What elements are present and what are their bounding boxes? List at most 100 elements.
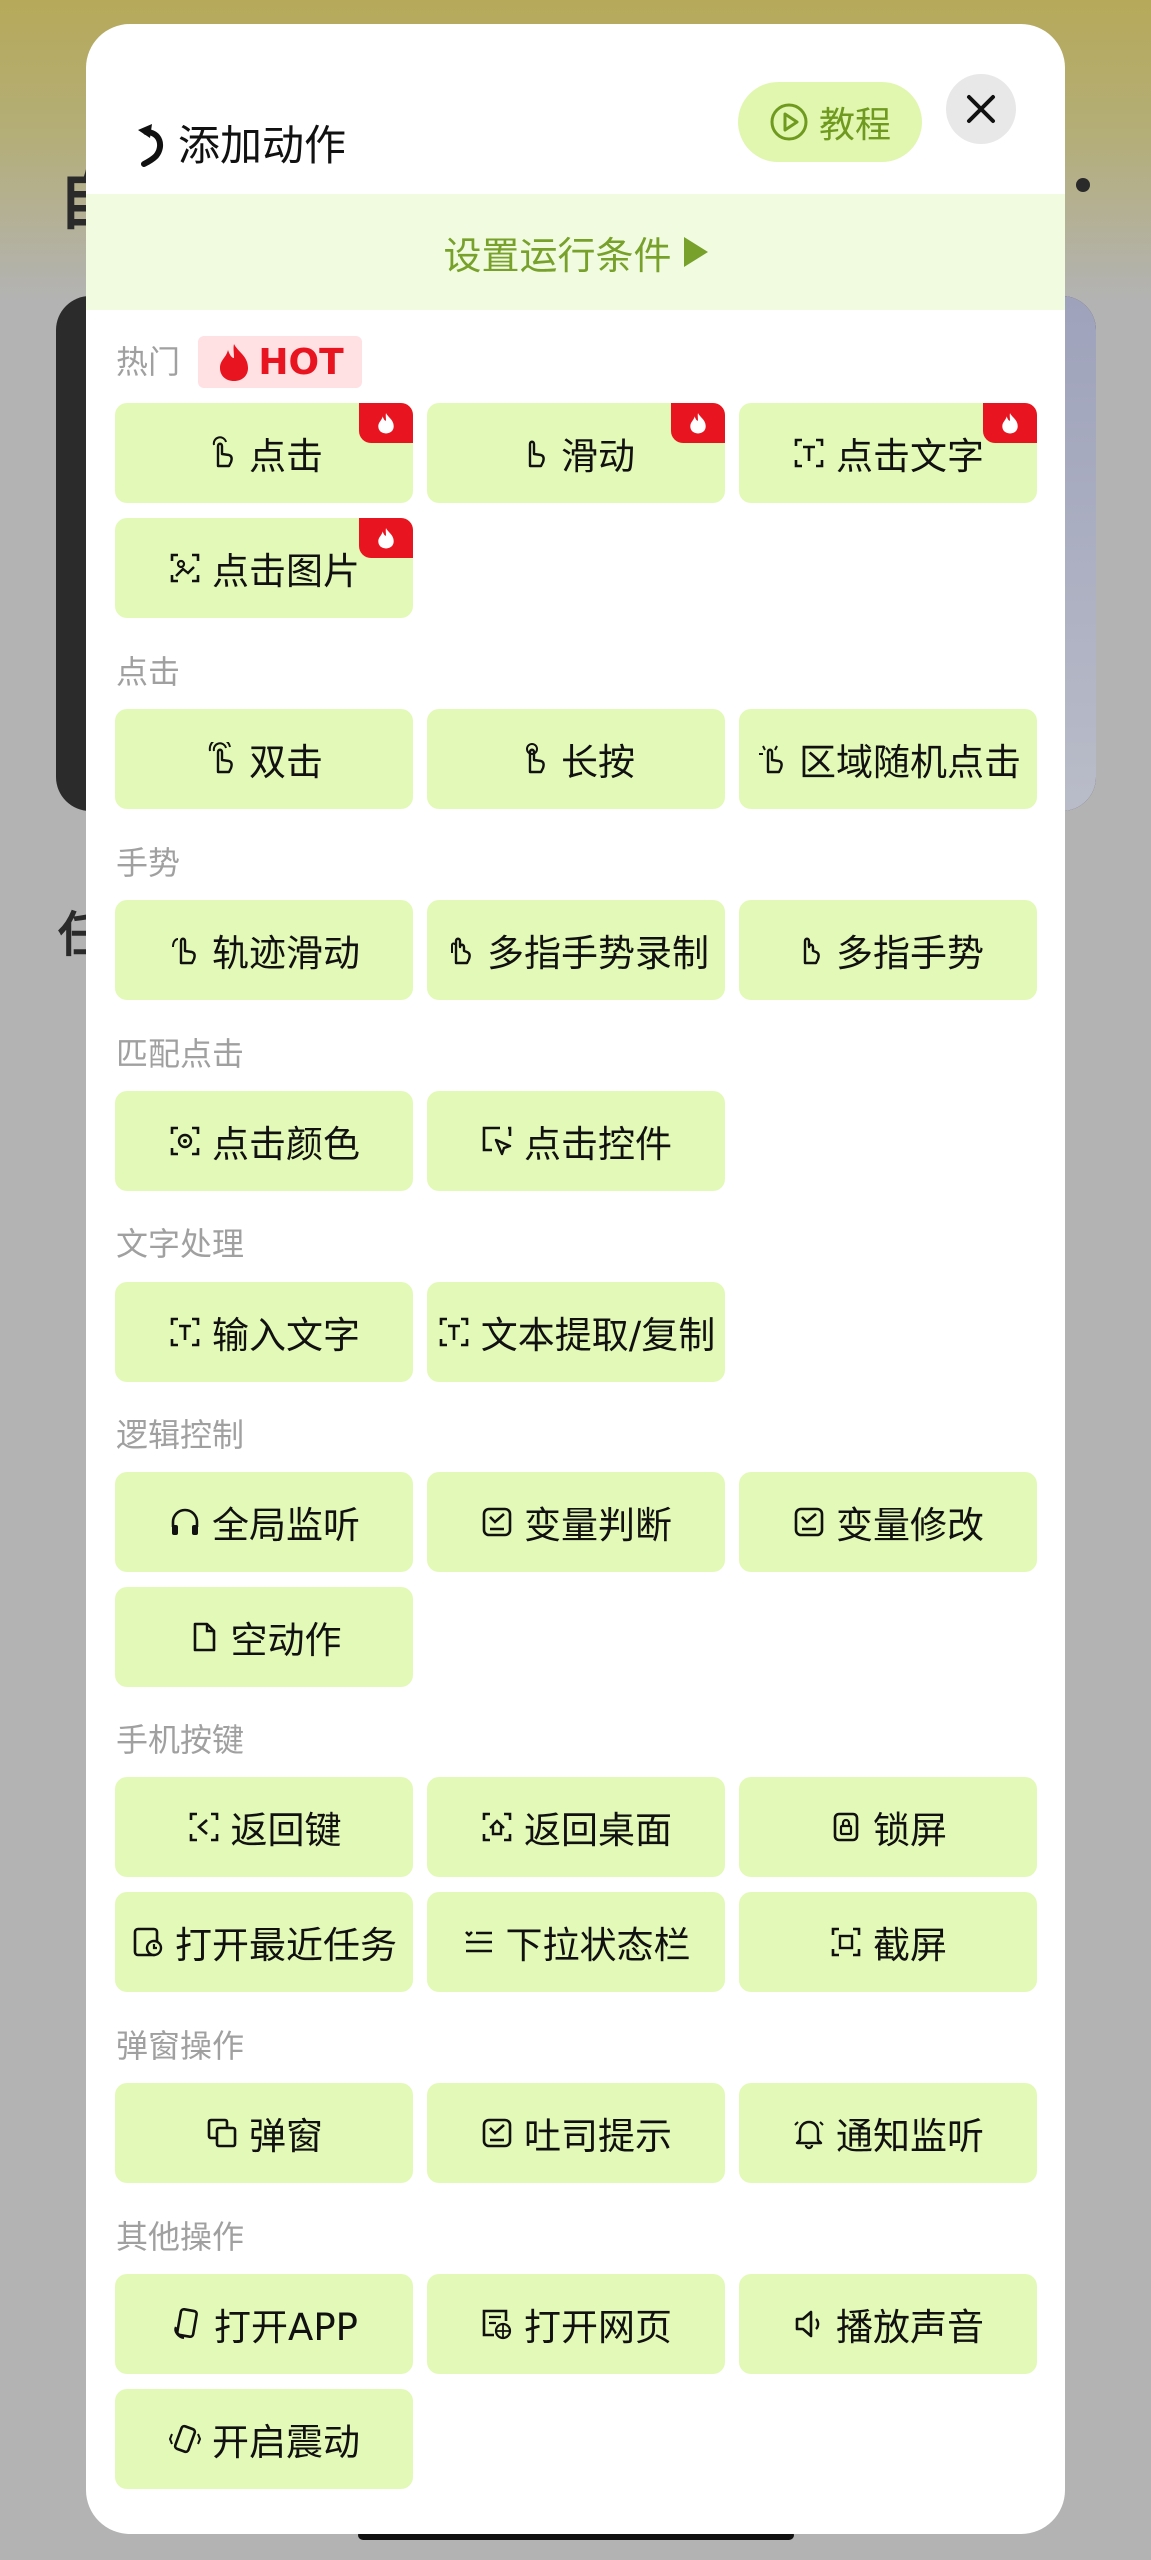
checkbox-icon bbox=[792, 1505, 826, 1539]
back-key-icon bbox=[187, 1810, 221, 1844]
image-scan-icon bbox=[168, 551, 202, 585]
action-popup[interactable]: 弹窗 bbox=[115, 2083, 413, 2183]
action-tap-text[interactable]: 点击文字 bbox=[739, 403, 1037, 503]
run-condition-bar[interactable]: 设置运行条件 bbox=[86, 194, 1065, 310]
action-label: 点击文字 bbox=[836, 435, 984, 478]
action-tap[interactable]: 点击 bbox=[115, 403, 413, 503]
action-open-webpage[interactable]: 打开网页 bbox=[427, 2274, 725, 2374]
section-title-text: 文字处理 bbox=[116, 1225, 245, 1263]
action-double-tap[interactable]: 双击 bbox=[115, 709, 413, 809]
play-triangle-icon bbox=[683, 237, 708, 267]
action-label: 双击 bbox=[249, 741, 323, 784]
section-title-logic: 逻辑控制 bbox=[116, 1416, 245, 1454]
action-multi-finger-record[interactable]: 多指手势录制 bbox=[427, 900, 725, 1000]
section-title-keys: 手机按键 bbox=[116, 1721, 245, 1759]
action-play-sound[interactable]: 播放声音 bbox=[739, 2274, 1037, 2374]
action-notification-listen[interactable]: 通知监听 bbox=[739, 2083, 1037, 2183]
action-back-key[interactable]: 返回键 bbox=[115, 1777, 413, 1877]
phone-hand-icon bbox=[170, 2307, 204, 2341]
action-text-extract-copy[interactable]: 文本提取/复制 bbox=[427, 1282, 725, 1382]
multi-finger-record-icon bbox=[443, 933, 477, 967]
action-empty-action[interactable]: 空动作 bbox=[115, 1587, 413, 1687]
section-title-gesture: 手势 bbox=[116, 844, 181, 882]
document-icon bbox=[187, 1620, 221, 1654]
flame-icon bbox=[220, 344, 249, 381]
tap-icon bbox=[205, 436, 239, 470]
run-condition-label: 设置运行条件 bbox=[443, 233, 672, 278]
double-tap-icon bbox=[205, 742, 239, 776]
tutorial-button[interactable]: 教程 bbox=[738, 82, 922, 162]
action-label: 弹窗 bbox=[249, 2115, 323, 2158]
action-label: 播放声音 bbox=[836, 2306, 984, 2349]
background-dot bbox=[1076, 178, 1090, 192]
action-label: 点击控件 bbox=[524, 1123, 672, 1166]
action-go-home[interactable]: 返回桌面 bbox=[427, 1777, 725, 1877]
section-title-match: 匹配点击 bbox=[116, 1035, 245, 1073]
action-global-listen[interactable]: 全局监听 bbox=[115, 1472, 413, 1572]
action-random-area-tap[interactable]: 区域随机点击 bbox=[739, 709, 1037, 809]
action-label: 点击图片 bbox=[212, 550, 360, 593]
action-label: 吐司提示 bbox=[524, 2115, 672, 2158]
action-label: 空动作 bbox=[230, 1619, 342, 1662]
home-key-icon bbox=[480, 1810, 514, 1844]
action-variable-modify[interactable]: 变量修改 bbox=[739, 1472, 1037, 1572]
action-vibrate[interactable]: 开启震动 bbox=[115, 2389, 413, 2489]
color-scan-icon bbox=[168, 1124, 202, 1158]
action-toast[interactable]: 吐司提示 bbox=[427, 2083, 725, 2183]
section-title-other: 其他操作 bbox=[116, 2218, 245, 2256]
sheet-header: 添加动作 教程 bbox=[86, 24, 1065, 194]
action-input-text[interactable]: 输入文字 bbox=[115, 1282, 413, 1382]
action-label: 滑动 bbox=[561, 435, 635, 478]
hot-corner-flame-icon bbox=[359, 518, 413, 558]
play-circle-icon bbox=[770, 103, 808, 141]
action-label: 通知监听 bbox=[836, 2115, 984, 2158]
add-action-sheet: 添加动作 教程 设置运行条件 热门 HOT 点击 滑动 点击文字 点击图片 点击… bbox=[86, 24, 1065, 2534]
action-label: 变量判断 bbox=[524, 1504, 672, 1547]
text-input-icon bbox=[168, 1315, 202, 1349]
close-icon bbox=[967, 95, 995, 123]
text-extract-icon bbox=[437, 1315, 471, 1349]
text-scan-icon bbox=[792, 436, 826, 470]
action-pull-status-bar[interactable]: 下拉状态栏 bbox=[427, 1892, 725, 1992]
recent-tasks-icon bbox=[131, 1925, 165, 1959]
widget-select-icon bbox=[480, 1124, 514, 1158]
action-label: 打开网页 bbox=[524, 2306, 672, 2349]
action-label: 变量修改 bbox=[836, 1504, 984, 1547]
long-press-icon bbox=[517, 742, 551, 776]
action-lock-screen[interactable]: 锁屏 bbox=[739, 1777, 1037, 1877]
action-open-app[interactable]: 打开APP bbox=[115, 2274, 413, 2374]
action-label: 文本提取/复制 bbox=[480, 1314, 716, 1357]
action-label: 多指手势录制 bbox=[487, 932, 709, 975]
action-recent-tasks[interactable]: 打开最近任务 bbox=[115, 1892, 413, 1992]
webpage-icon bbox=[480, 2307, 514, 2341]
action-tap-image[interactable]: 点击图片 bbox=[115, 518, 413, 618]
checkbox-icon bbox=[480, 1505, 514, 1539]
action-variable-judge[interactable]: 变量判断 bbox=[427, 1472, 725, 1572]
action-label: 锁屏 bbox=[873, 1809, 947, 1852]
action-screenshot[interactable]: 截屏 bbox=[739, 1892, 1037, 1992]
action-label: 打开最近任务 bbox=[175, 1924, 397, 1967]
action-label: 返回桌面 bbox=[524, 1809, 672, 1852]
action-label: 点击颜色 bbox=[212, 1123, 360, 1166]
action-tap-widget[interactable]: 点击控件 bbox=[427, 1091, 725, 1191]
toast-check-icon bbox=[480, 2116, 514, 2150]
action-label: 全局监听 bbox=[212, 1504, 360, 1547]
tutorial-label: 教程 bbox=[818, 105, 891, 146]
swipe-icon bbox=[517, 436, 551, 470]
action-multi-finger-gesture[interactable]: 多指手势 bbox=[739, 900, 1037, 1000]
action-track-swipe[interactable]: 轨迹滑动 bbox=[115, 900, 413, 1000]
section-title-popup: 弹窗操作 bbox=[116, 2027, 245, 2065]
action-long-press[interactable]: 长按 bbox=[427, 709, 725, 809]
screenshot-icon bbox=[829, 1925, 863, 1959]
action-swipe[interactable]: 滑动 bbox=[427, 403, 725, 503]
action-label: 区域随机点击 bbox=[799, 741, 1021, 784]
headphones-icon bbox=[168, 1505, 202, 1539]
action-tap-color[interactable]: 点击颜色 bbox=[115, 1091, 413, 1191]
back-arrow-icon[interactable] bbox=[130, 120, 170, 168]
close-button[interactable] bbox=[946, 74, 1016, 144]
speaker-icon bbox=[792, 2307, 826, 2341]
hot-corner-flame-icon bbox=[359, 403, 413, 443]
action-label: 多指手势 bbox=[836, 932, 984, 975]
action-label: 开启震动 bbox=[212, 2421, 360, 2464]
action-label: 长按 bbox=[561, 741, 635, 784]
